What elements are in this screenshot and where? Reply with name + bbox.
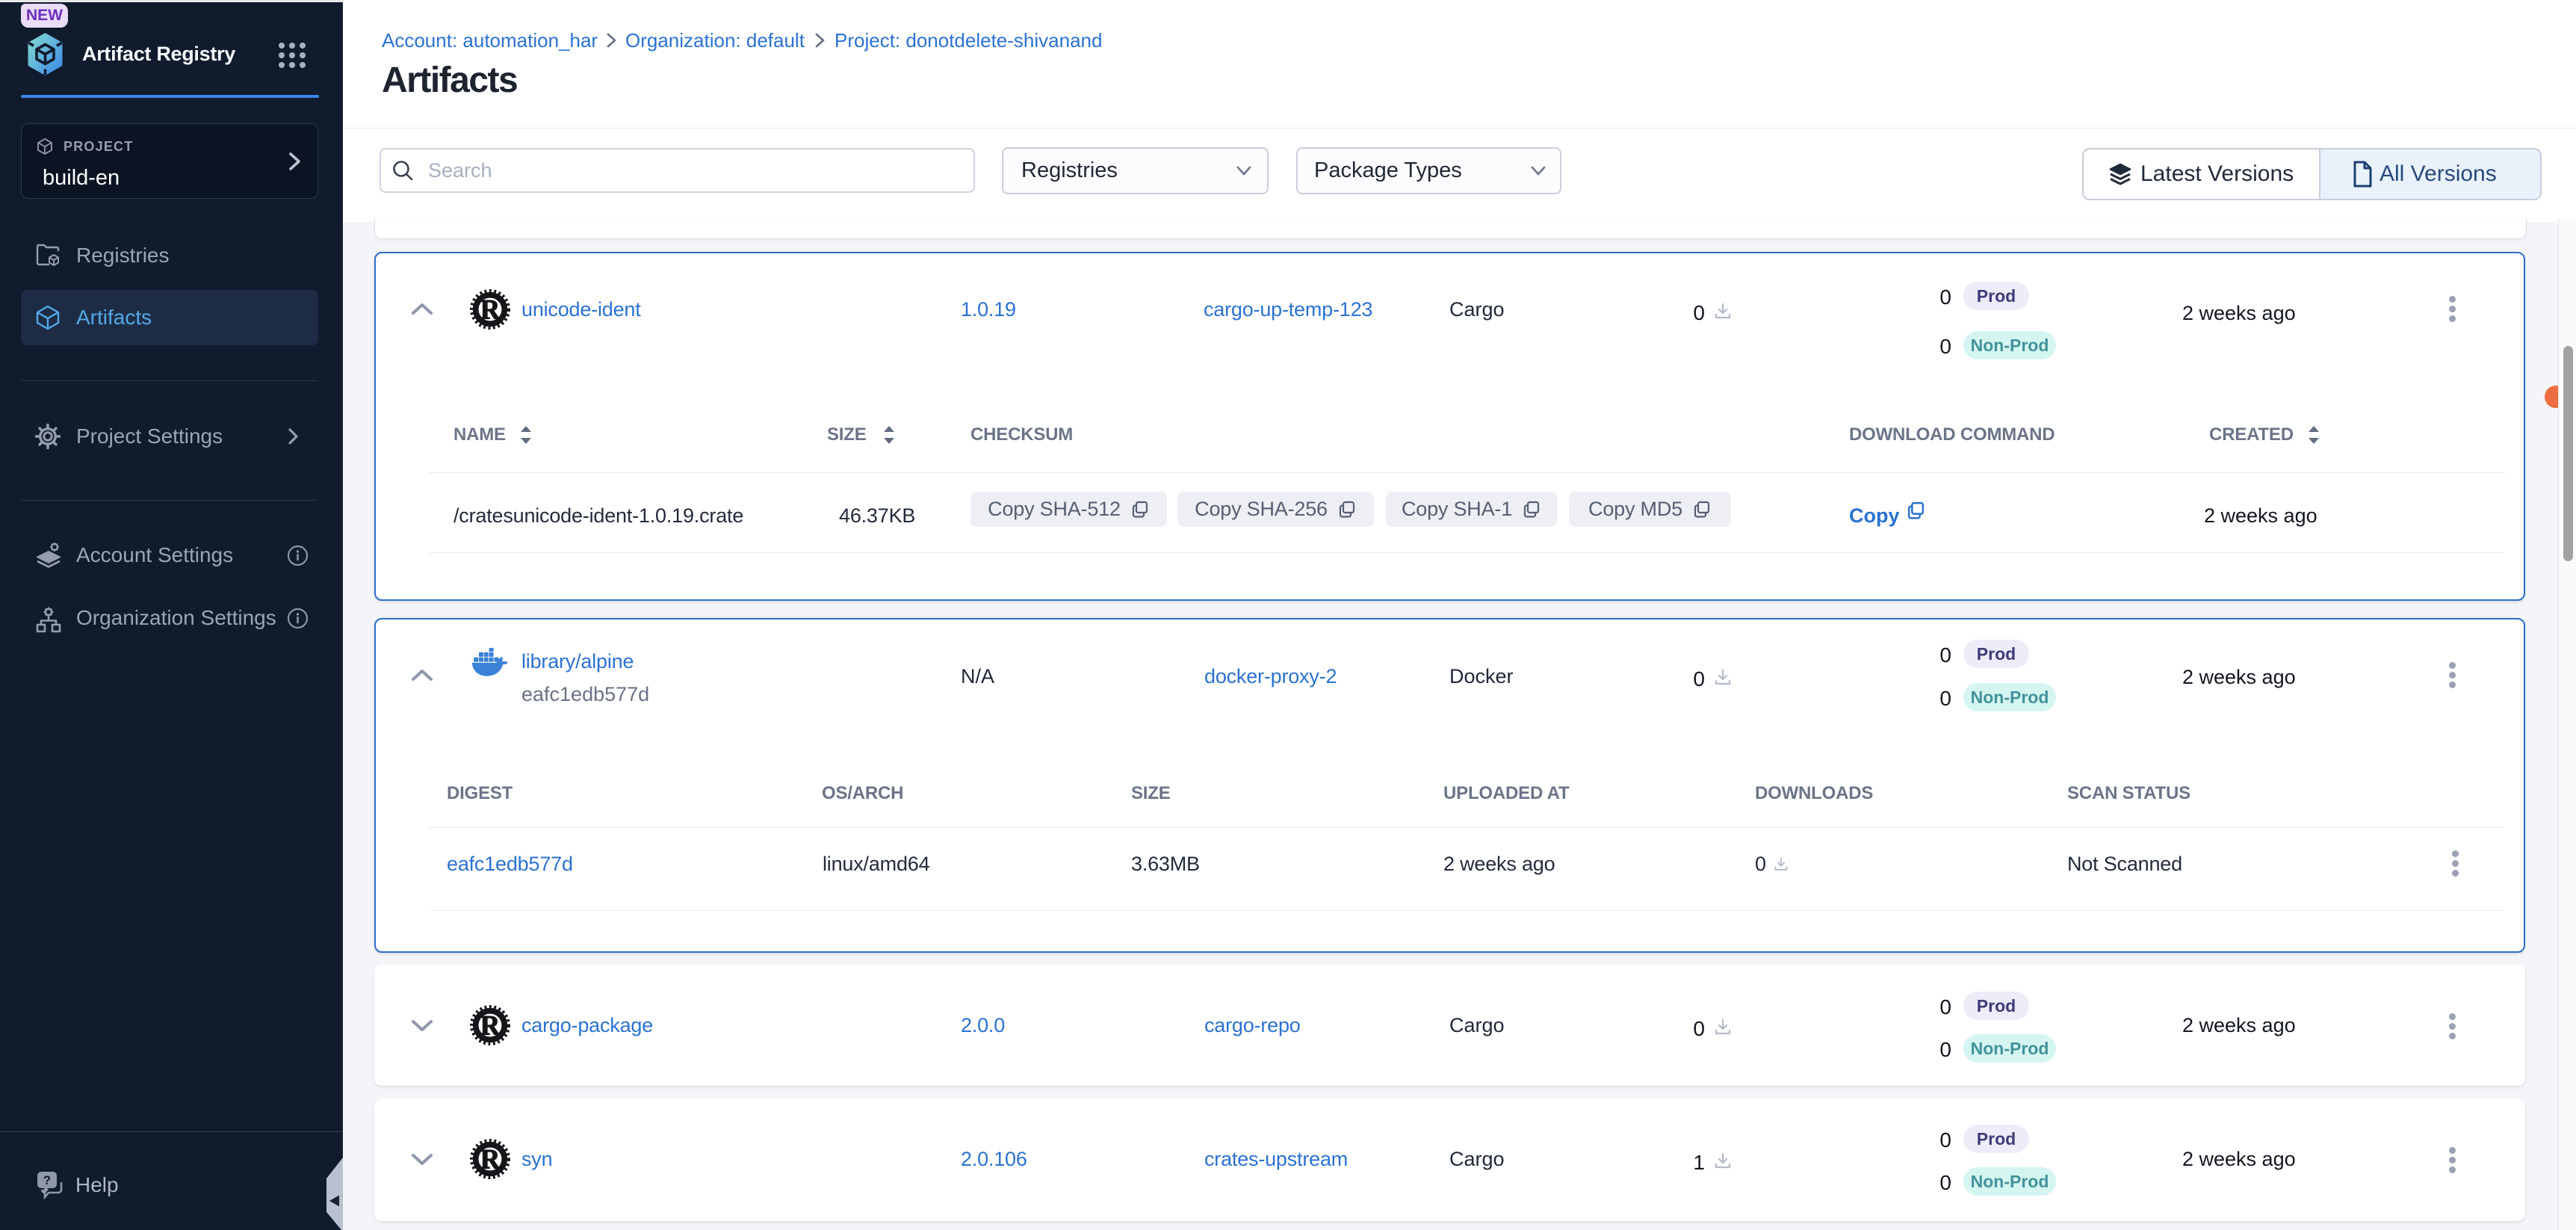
svg-text:R: R xyxy=(480,1010,501,1041)
svg-text:?: ? xyxy=(43,1173,51,1187)
svg-text:R: R xyxy=(480,294,501,325)
svg-text:R: R xyxy=(480,1144,501,1175)
